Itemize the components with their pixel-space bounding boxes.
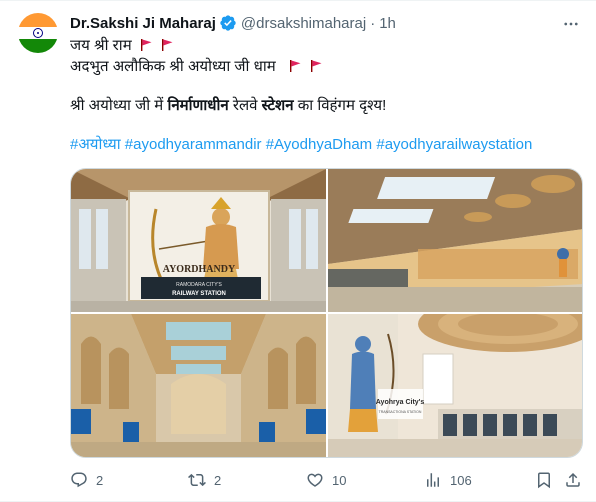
india-flag-avatar [18,13,58,53]
line3-part3: का विहंगम दृश्य! [293,97,387,114]
share-button[interactable] [564,469,582,491]
bookmark-icon [538,472,550,489]
red-flag-icon [160,38,174,52]
hashtag-link[interactable]: #ayodhyarailwaystation [376,136,532,153]
author-name[interactable]: Dr.Sakshi Ji Maharaj [70,15,216,32]
sign-title: Ayohrya City's [376,399,425,406]
views-button[interactable]: 106 [424,469,472,491]
views-chart-icon [427,473,439,487]
share-icon [566,472,580,487]
media-image-1[interactable]: AYORDHANDY RAMODARA CITY'S RAILWAY STATI… [71,169,326,312]
hashtag-link[interactable]: #AyodhyaDham [266,136,372,153]
hashtag-link[interactable]: #अयोध्या [70,136,121,153]
tweet-text-line-1: जय श्री राम [70,36,570,56]
media-image-3[interactable] [71,314,326,457]
red-flag-icon [139,38,153,52]
sign-sub: TRANSACTIONA STATION [379,410,422,414]
reply-count: 2 [96,472,104,488]
line3-part1: श्री अयोध्या जी में [70,97,168,114]
line1-text: जय श्री राम [70,37,132,54]
views-count: 106 [450,472,472,488]
like-count: 10 [332,472,347,488]
tweet-time[interactable]: 1h [379,15,396,32]
reply-button[interactable]: 2 [70,469,103,491]
line2-text: अदभुत अलौकिक श्री अयोध्या जी धाम [70,58,276,75]
line3-part2: रेलवे [228,97,262,114]
media-image-2[interactable] [328,169,582,312]
tweet-text-line-3: श्री अयोध्या जी में निर्माणाधीन रेलवे स्… [70,96,570,116]
sign-sub: RAMODARA CITY'S [176,282,222,288]
sign-title: AYORDHANDY [163,264,236,275]
tweet-header: Dr.Sakshi Ji Maharaj @drsakshimaharaj · … [70,13,396,33]
action-bar: 2 2 10 106 [70,469,583,491]
like-button[interactable]: 10 [306,469,346,491]
retweet-count: 2 [214,472,222,488]
hashtag-link[interactable]: #ayodhyarammandir [125,136,262,153]
verified-badge-icon [219,14,237,32]
more-options-icon[interactable] [560,13,582,35]
tweet-text-line-2: अदभुत अलौकिक श्री अयोध्या जी धाम [70,57,570,77]
author-handle[interactable]: @drsakshimaharaj [241,15,366,32]
reply-icon [71,472,87,488]
retweet-icon [188,473,206,487]
media-image-4[interactable]: Ayohrya City's TRANSACTIONA STATION [328,314,582,457]
hashtag-list: #अयोध्या #ayodhyarammandir #AyodhyaDham … [70,135,532,155]
red-flag-icon [288,59,302,73]
separator-dot: · [370,14,376,32]
line3-bold2: स्टेशन [261,97,294,114]
red-flag-icon [309,59,323,73]
media-grid: AYORDHANDY RAMODARA CITY'S RAILWAY STATI… [70,168,583,458]
bookmark-button[interactable] [535,469,553,491]
line3-bold1: निर्माणाधीन [167,97,229,114]
sign-main: RAILWAY STATION [172,291,226,297]
tweet[interactable]: Dr.Sakshi Ji Maharaj @drsakshimaharaj · … [0,0,596,502]
avatar[interactable] [18,13,58,53]
retweet-button[interactable]: 2 [188,469,221,491]
heart-icon [307,473,323,487]
